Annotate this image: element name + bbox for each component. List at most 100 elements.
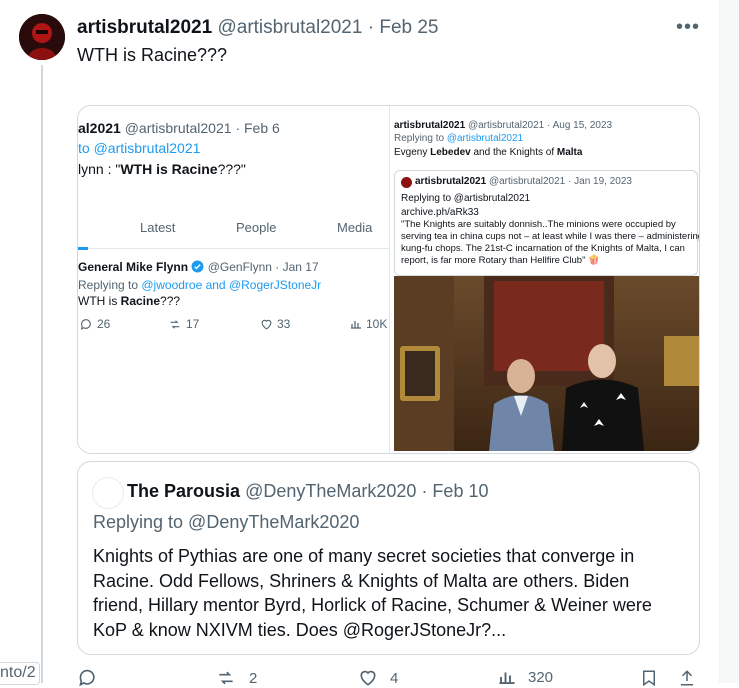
tab-latest: Latest bbox=[140, 220, 176, 235]
event-photo bbox=[394, 276, 699, 451]
heart-icon bbox=[261, 319, 272, 329]
ml-views-count: 10K bbox=[366, 317, 388, 331]
ml-quote-bold: WTH is Racine bbox=[120, 161, 218, 177]
views-button[interactable]: 320 bbox=[498, 668, 553, 686]
ml-like-metric: 33 bbox=[260, 317, 290, 331]
ml-views-metric: 10K bbox=[350, 317, 387, 331]
tab-people: People bbox=[236, 220, 277, 235]
author-name[interactable]: artisbrutal2021 bbox=[77, 17, 212, 38]
ml-post-text-bold: Racine bbox=[120, 294, 161, 308]
ml-handle: @artisbrutal2021 bbox=[124, 120, 232, 136]
quote-header: The Parousia @DenyTheMark2020 · Feb 10 bbox=[127, 481, 488, 502]
quote-avatar[interactable] bbox=[92, 477, 124, 509]
mr-inner-quote-l2: serving tea in china cups not – at least… bbox=[401, 231, 700, 242]
share-icon bbox=[681, 670, 693, 686]
views-icon bbox=[499, 672, 515, 684]
ml-reply-metric: 26 bbox=[80, 317, 110, 331]
ml-post-text: WTH is Racine??? bbox=[78, 294, 180, 308]
mr-inner-quote-card: artisbrutal2021 @artisbrutal2021 · Jan 1… bbox=[394, 170, 700, 276]
reply-button[interactable] bbox=[78, 668, 98, 688]
ml-post-replying-label: Replying to bbox=[78, 278, 142, 292]
ml-quote-line: lynn : "WTH is Racine???" bbox=[78, 161, 246, 177]
mr-cap-c: and the Knights of bbox=[470, 147, 557, 158]
ml-post-text-suffix: ??? bbox=[160, 294, 181, 308]
quote-author-name[interactable]: The Parousia bbox=[127, 481, 240, 501]
ml-post-date: · Jan 17 bbox=[275, 260, 319, 274]
mr-cap-d: Malta bbox=[556, 147, 583, 158]
media-grid[interactable]: al2021 @artisbrutal2021 · Feb 6 to @arti… bbox=[77, 105, 700, 454]
separator-dot: · bbox=[367, 17, 375, 38]
media-image-left[interactable]: al2021 @artisbrutal2021 · Feb 6 to @arti… bbox=[78, 106, 390, 453]
ml-author: al2021 bbox=[78, 120, 121, 136]
ml-post-replying: Replying to @jwoodroe and @RogerJStoneJr bbox=[78, 278, 321, 292]
tweet-text: WTH is Racine??? bbox=[77, 45, 228, 65]
bookmark-button[interactable] bbox=[640, 668, 658, 688]
mr-author: artisbrutal2021 bbox=[394, 120, 466, 131]
mr-inner-replying: Replying to @artisbrutal2021 bbox=[401, 193, 531, 204]
mr-author-line: artisbrutal2021 @artisbrutal2021 · Aug 1… bbox=[394, 120, 612, 131]
ml-post-text-prefix: WTH is bbox=[78, 294, 121, 308]
mr-inner-quote-l1: "The Knights are suitably donnish..The m… bbox=[401, 219, 676, 230]
mr-inner-quote-l4-text: report, is far more Rotary than Hellfire… bbox=[401, 255, 586, 266]
bookmark-icon bbox=[643, 670, 655, 687]
mr-cap-a: Evgeny bbox=[394, 147, 431, 158]
mr-inner-date: · Jan 19, 2023 bbox=[568, 176, 632, 187]
share-button[interactable] bbox=[678, 668, 696, 688]
right-panel-edge bbox=[719, 0, 739, 683]
like-count: 4 bbox=[390, 669, 399, 687]
avatar[interactable] bbox=[19, 14, 65, 60]
repost-button[interactable]: 2 bbox=[215, 668, 257, 688]
media-image-right[interactable]: artisbrutal2021 @artisbrutal2021 · Aug 1… bbox=[392, 106, 699, 453]
popcorn-icon: 🍿 bbox=[588, 255, 600, 266]
ml-quote-suffix: ???" bbox=[217, 161, 246, 177]
tweet-header: artisbrutal2021 @artisbrutal2021 · Feb 2… bbox=[77, 17, 439, 39]
mr-replying-label: Replying to bbox=[394, 133, 447, 144]
repost-icon bbox=[170, 319, 180, 329]
tab-media: Media bbox=[337, 220, 373, 235]
ml-reposts-count: 17 bbox=[186, 317, 200, 331]
ml-post-header: General Mike Flynn @GenFlynn · Jan 17 bbox=[78, 260, 319, 274]
heart-icon bbox=[360, 670, 376, 686]
views-icon bbox=[351, 321, 361, 329]
verified-badge-icon bbox=[191, 260, 207, 274]
ml-likes-count: 33 bbox=[277, 317, 291, 331]
action-bar: 2 4 320 bbox=[0, 668, 739, 687]
quote-replying: Replying to @DenyTheMark2020 bbox=[93, 512, 360, 532]
mr-replying-line: Replying to @artisbrutal2021 bbox=[394, 133, 523, 144]
ml-quote-prefix: lynn : " bbox=[78, 161, 121, 177]
quote-date[interactable]: · Feb 10 bbox=[421, 481, 488, 501]
mr-inner-header: artisbrutal2021 @artisbrutal2021 · Jan 1… bbox=[415, 176, 632, 187]
mr-inner-handle: @artisbrutal2021 bbox=[488, 176, 566, 187]
ml-replies-count: 26 bbox=[97, 317, 111, 331]
mr-date: · Aug 15, 2023 bbox=[547, 120, 613, 131]
reply-icon bbox=[80, 318, 91, 330]
like-button[interactable]: 4 bbox=[358, 668, 398, 688]
mr-inner-avatar bbox=[401, 177, 412, 188]
quoted-tweet[interactable]: The Parousia @DenyTheMark2020 · Feb 10 R… bbox=[77, 461, 700, 655]
ml-reply-line: to @artisbrutal2021 bbox=[78, 140, 200, 156]
author-handle[interactable]: @artisbrutal2021 bbox=[217, 17, 362, 38]
repost-count: 2 bbox=[249, 669, 258, 687]
mr-cap-b: Lebedev bbox=[430, 147, 471, 158]
search-tabs: Latest People Media bbox=[78, 220, 389, 250]
quote-body: Knights of Pythias are one of many secre… bbox=[93, 546, 652, 640]
tab-indicator bbox=[78, 247, 88, 250]
mr-inner-author: artisbrutal2021 bbox=[415, 176, 487, 187]
mr-inner-quote-l4: report, is far more Rotary than Hellfire… bbox=[401, 255, 600, 266]
ml-author-line: al2021 @artisbrutal2021 · Feb 6 bbox=[78, 120, 280, 136]
mr-caption: Evgeny Lebedev and the Knights of Malta bbox=[394, 147, 582, 158]
more-options-icon[interactable]: ••• bbox=[676, 16, 700, 39]
mr-inner-link: archive.ph/aRk33 bbox=[401, 207, 479, 218]
mr-inner-quote-l3: kung-fu chops. The 21st-C incarnation of… bbox=[401, 243, 685, 254]
ml-reply-prefix: to bbox=[78, 140, 94, 156]
ml-post-replying-handles: @jwoodroe and @RogerJStoneJr bbox=[141, 278, 322, 292]
repost-icon bbox=[219, 671, 233, 685]
ml-date: · Feb 6 bbox=[235, 120, 280, 136]
tweet-date[interactable]: Feb 25 bbox=[379, 17, 438, 38]
ml-reply-handle: @artisbrutal2021 bbox=[93, 140, 201, 156]
ml-post-handle: @GenFlynn bbox=[207, 260, 272, 274]
thread-line bbox=[41, 65, 43, 683]
reply-icon bbox=[79, 669, 95, 687]
quote-author-handle[interactable]: @DenyTheMark2020 bbox=[245, 481, 416, 501]
mr-handle: @artisbrutal2021 bbox=[467, 120, 545, 131]
